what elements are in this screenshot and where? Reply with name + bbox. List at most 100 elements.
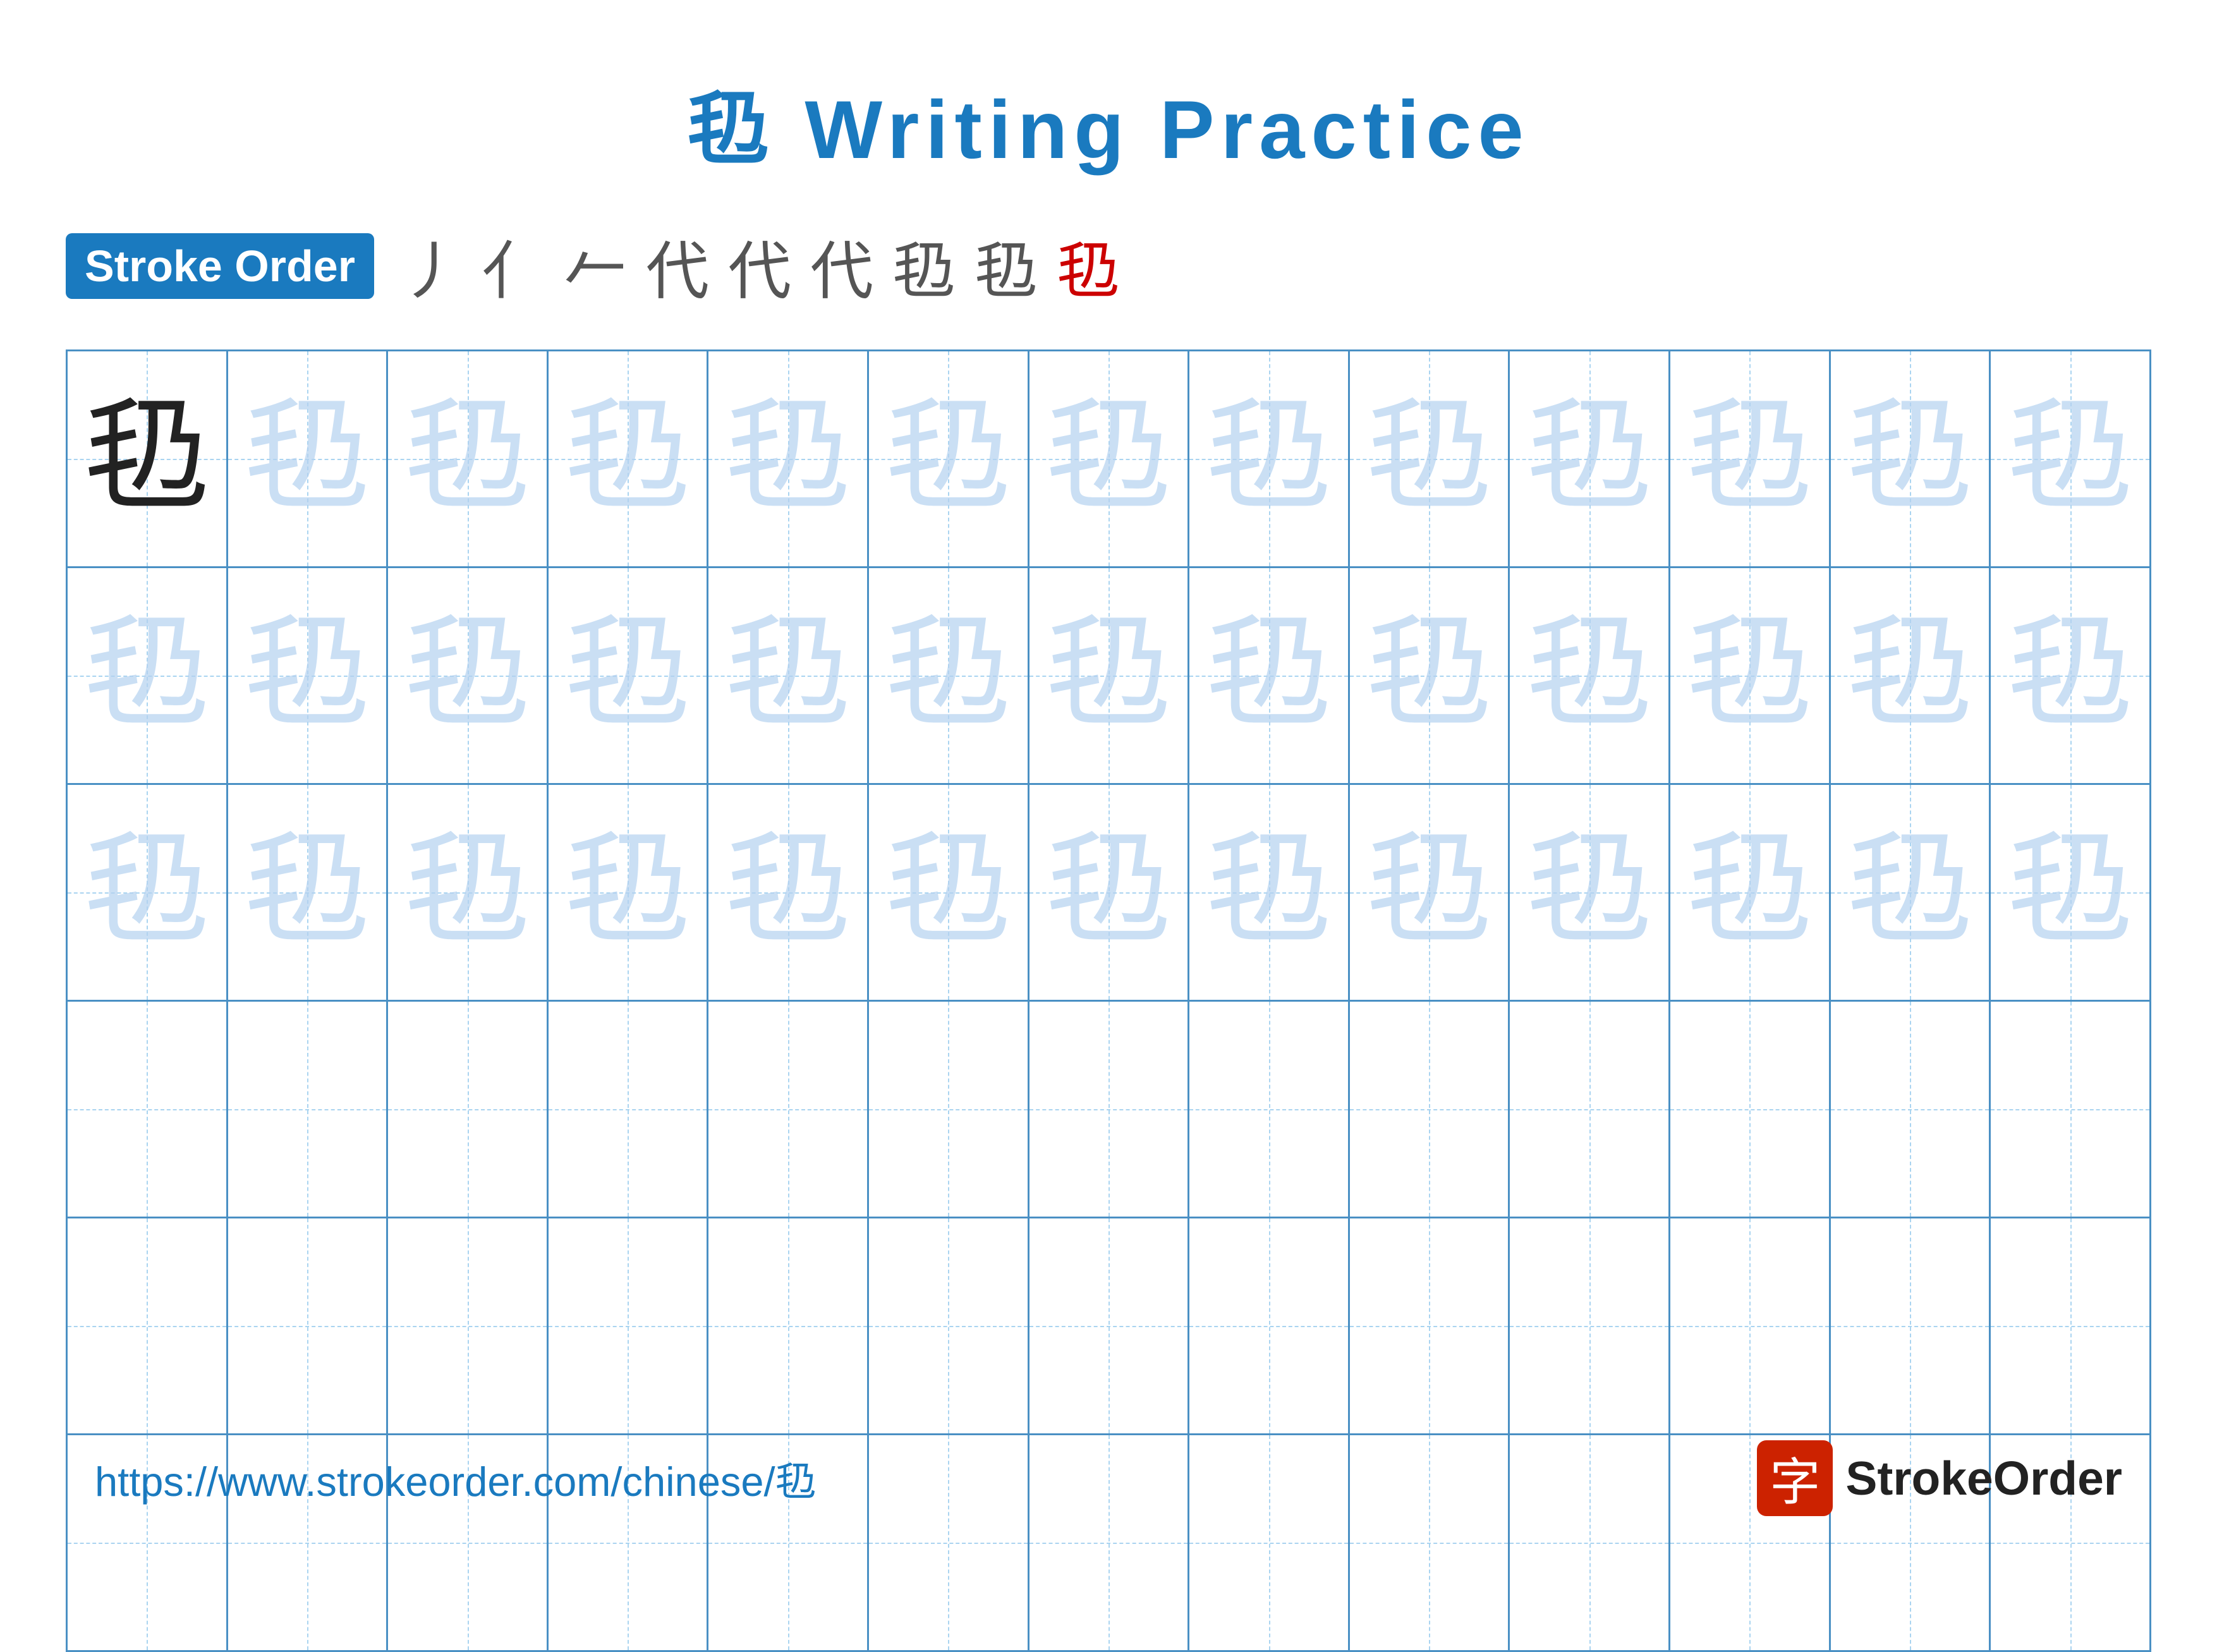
grid-cell-3-9: 㲌: [1350, 785, 1510, 1000]
char-guide: 㲌: [404, 612, 531, 739]
stroke-step-3: 𠂉: [564, 220, 627, 312]
grid-cell-1-12: 㲌: [1831, 351, 1991, 566]
stroke-step-2: 亻: [482, 220, 545, 312]
char-guide: 㲌: [244, 829, 370, 956]
stroke-step-6: 代: [810, 220, 873, 312]
grid-cell-1-3: 㲌: [388, 351, 549, 566]
char-guide: 㲌: [1686, 612, 1813, 739]
grid-cell-1-7: 㲌: [1030, 351, 1190, 566]
grid-cell-4-7[interactable]: [1030, 1002, 1190, 1217]
char-guide: 㲌: [564, 612, 691, 739]
grid-cell-2-10: 㲌: [1510, 568, 1670, 783]
char-guide: 㲌: [1847, 829, 1973, 956]
footer-url[interactable]: https://www.strokeorder.com/chinese/㲌: [95, 1449, 817, 1508]
stroke-order-row: Stroke Order 丿 亻 𠂉 代 代 代 㲌 㲌 㲌: [66, 220, 2151, 312]
grid-cell-5-9[interactable]: [1350, 1218, 1510, 1433]
grid-cell-5-12[interactable]: [1831, 1218, 1991, 1433]
char-guide: 㲌: [83, 829, 210, 956]
grid-cell-2-3: 㲌: [388, 568, 549, 783]
char-guide: 㲌: [885, 829, 1011, 956]
grid-cell-2-7: 㲌: [1030, 568, 1190, 783]
grid-cell-4-5[interactable]: [708, 1002, 869, 1217]
grid-cell-1-6: 㲌: [869, 351, 1030, 566]
grid-cell-5-1[interactable]: [68, 1218, 228, 1433]
char-guide: 㲌: [564, 396, 691, 522]
stroke-step-5: 代: [728, 220, 791, 312]
grid-cell-2-11: 㲌: [1670, 568, 1831, 783]
grid-cell-1-1: 㲌: [68, 351, 228, 566]
char-guide: 㲌: [1366, 612, 1492, 739]
grid-cell-4-13[interactable]: [1991, 1002, 2149, 1217]
grid-cell-4-10[interactable]: [1510, 1002, 1670, 1217]
char-guide: 㲌: [1206, 396, 1332, 522]
grid-cell-5-10[interactable]: [1510, 1218, 1670, 1433]
grid-cell-5-6[interactable]: [869, 1218, 1030, 1433]
char-guide: 㲌: [1526, 612, 1653, 739]
grid-cell-1-4: 㲌: [549, 351, 709, 566]
grid-cell-5-11[interactable]: [1670, 1218, 1831, 1433]
grid-cell-4-9[interactable]: [1350, 1002, 1510, 1217]
grid-cell-1-2: 㲌: [228, 351, 389, 566]
char-guide: 㲌: [404, 829, 531, 956]
char-guide: 㲌: [244, 612, 370, 739]
grid-cell-2-12: 㲌: [1831, 568, 1991, 783]
stroke-steps: 丿 亻 𠂉 代 代 代 㲌 㲌 㲌: [399, 220, 1120, 312]
grid-cell-3-3: 㲌: [388, 785, 549, 1000]
grid-cell-1-8: 㲌: [1189, 351, 1350, 566]
grid-cell-1-9: 㲌: [1350, 351, 1510, 566]
grid-cell-4-11[interactable]: [1670, 1002, 1831, 1217]
grid-cell-5-8[interactable]: [1189, 1218, 1350, 1433]
grid-cell-3-10: 㲌: [1510, 785, 1670, 1000]
footer: https://www.strokeorder.com/chinese/㲌 字 …: [95, 1440, 2122, 1516]
grid-cell-5-2[interactable]: [228, 1218, 389, 1433]
grid-cell-4-8[interactable]: [1189, 1002, 1350, 1217]
grid-cell-4-6[interactable]: [869, 1002, 1030, 1217]
char-guide: 㲌: [1686, 396, 1813, 522]
char-guide: 㲌: [885, 612, 1011, 739]
stroke-step-7: 㲌: [892, 220, 956, 312]
grid-cell-3-12: 㲌: [1831, 785, 1991, 1000]
grid-cell-4-2[interactable]: [228, 1002, 389, 1217]
logo-icon: 字: [1757, 1440, 1833, 1516]
grid-cell-2-6: 㲌: [869, 568, 1030, 783]
grid-cell-4-3[interactable]: [388, 1002, 549, 1217]
grid-cell-4-4[interactable]: [549, 1002, 709, 1217]
grid-cell-1-13: 㲌: [1991, 351, 2149, 566]
grid-cell-2-9: 㲌: [1350, 568, 1510, 783]
stroke-step-4: 代: [646, 220, 709, 312]
grid-cell-1-10: 㲌: [1510, 351, 1670, 566]
grid-cell-5-4[interactable]: [549, 1218, 709, 1433]
grid-cell-5-3[interactable]: [388, 1218, 549, 1433]
grid-cell-3-8: 㲌: [1189, 785, 1350, 1000]
char-guide: 㲌: [1526, 396, 1653, 522]
char-guide: 㲌: [2007, 829, 2134, 956]
footer-logo: 字 StrokeOrder: [1757, 1440, 2122, 1516]
char-guide: 㲌: [1686, 829, 1813, 956]
grid-row-5: [68, 1218, 2149, 1435]
grid-cell-4-12[interactable]: [1831, 1002, 1991, 1217]
stroke-order-badge: Stroke Order: [66, 233, 374, 299]
char-guide: 㲌: [1366, 396, 1492, 522]
grid-cell-2-1: 㲌: [68, 568, 228, 783]
char-guide: 㲌: [1045, 396, 1172, 522]
stroke-step-8: 㲌: [975, 220, 1038, 312]
grid-cell-3-5: 㲌: [708, 785, 869, 1000]
grid-cell-3-6: 㲌: [869, 785, 1030, 1000]
char-guide: 㲌: [404, 396, 531, 522]
char-dark: 㲌: [83, 396, 210, 522]
grid-cell-5-7[interactable]: [1030, 1218, 1190, 1433]
char-guide: 㲌: [1526, 829, 1653, 956]
grid-cell-1-5: 㲌: [708, 351, 869, 566]
logo-text: StrokeOrder: [1845, 1451, 2122, 1505]
grid-row-3: 㲌 㲌 㲌 㲌 㲌 㲌 㲌 㲌 㲌 㲌 㲌 㲌 㲌: [68, 785, 2149, 1002]
grid-cell-2-5: 㲌: [708, 568, 869, 783]
grid-cell-5-13[interactable]: [1991, 1218, 2149, 1433]
grid-cell-2-4: 㲌: [549, 568, 709, 783]
char-guide: 㲌: [1045, 829, 1172, 956]
grid-cell-3-7: 㲌: [1030, 785, 1190, 1000]
char-guide: 㲌: [2007, 612, 2134, 739]
grid-cell-3-2: 㲌: [228, 785, 389, 1000]
grid-cell-4-1[interactable]: [68, 1002, 228, 1217]
grid-cell-5-5[interactable]: [708, 1218, 869, 1433]
char-guide: 㲌: [1366, 829, 1492, 956]
